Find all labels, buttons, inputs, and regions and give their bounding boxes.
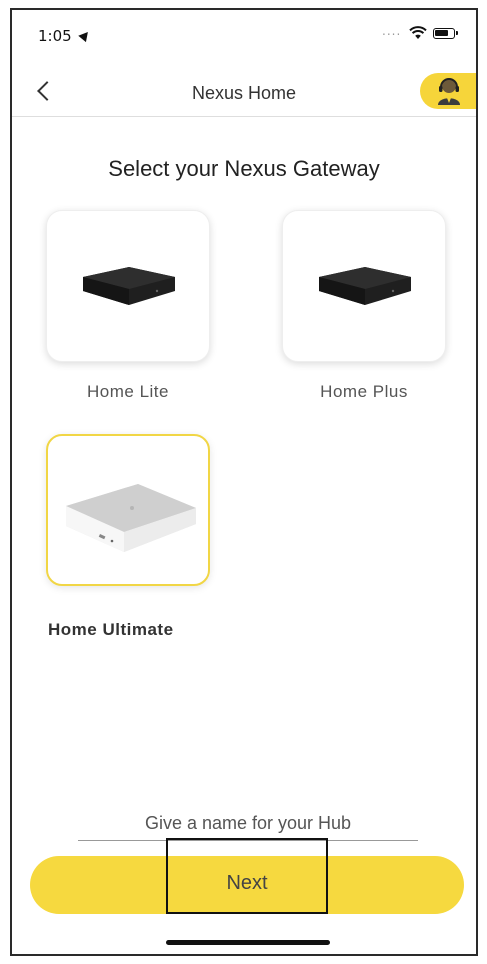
support-button[interactable] [420,73,476,109]
nav-bar: Nexus Home [12,66,476,117]
gateway-label-home-lite: Home Lite [87,382,169,401]
support-agent-icon [438,78,460,105]
home-lite-device-image [83,267,175,305]
phone-screen: 1:05 .... Nexus Home Select your Nexus G… [10,8,478,956]
next-button-highlight [166,838,328,914]
page-title: Nexus Home [191,83,297,103]
home-ultimate-device-image [66,484,196,552]
battery-icon [433,28,458,39]
gateway-card-home-lite[interactable] [46,210,210,362]
status-time: 1:05 [38,27,72,45]
gateway-card-home-plus[interactable] [282,210,446,362]
home-plus-device-image [319,267,411,305]
home-indicator[interactable] [166,940,330,945]
gateway-label-home-plus: Home Plus [320,382,408,401]
status-bar: 1:05 .... [12,10,476,54]
gateway-card-home-ultimate[interactable] [46,434,210,586]
hub-name-input[interactable] [78,806,418,841]
signal-dots-icon: .... [382,24,402,38]
wifi-icon [409,26,427,39]
select-gateway-heading: Select your Nexus Gateway [108,156,380,181]
location-arrow-icon [78,28,92,43]
gateway-label-home-ultimate: Home Ultimate [48,620,174,639]
